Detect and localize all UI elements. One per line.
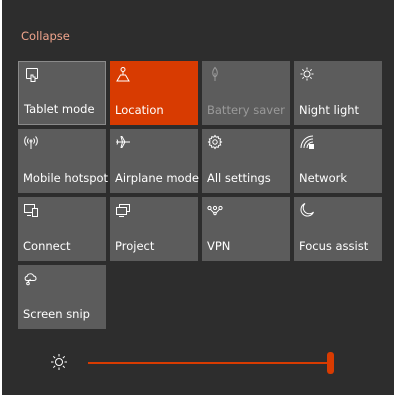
tile-label: Mobile hotspot	[23, 171, 109, 185]
tile-label: VPN	[207, 239, 231, 253]
moon-icon	[299, 202, 315, 218]
mobile-hotspot-icon	[23, 134, 39, 150]
tile-network[interactable]: Network	[294, 129, 382, 193]
tile-label: All settings	[207, 171, 271, 185]
tile-label: Screen snip	[23, 307, 90, 321]
battery-saver-icon	[207, 66, 223, 82]
tile-focus-assist[interactable]: Focus assist	[294, 197, 382, 261]
night-light-icon	[299, 66, 315, 82]
brightness-icon	[50, 353, 68, 371]
collapse-link[interactable]: Collapse	[21, 29, 70, 43]
slider-track[interactable]	[88, 362, 334, 364]
location-icon	[115, 66, 131, 82]
vpn-icon	[207, 202, 223, 218]
tile-tablet-mode[interactable]: Tablet mode	[18, 61, 106, 125]
tile-label: Tablet mode	[24, 102, 95, 116]
tile-label: Location	[115, 103, 164, 117]
tile-label: Airplane mode	[115, 171, 199, 185]
tablet-mode-icon	[24, 67, 40, 83]
action-center-panel: Collapse Tablet mode Location Battery sa…	[2, 0, 394, 395]
tile-label: Connect	[23, 239, 71, 253]
tile-label: Battery saver	[207, 103, 285, 117]
gear-icon	[207, 134, 223, 150]
brightness-slider[interactable]	[2, 340, 394, 384]
tile-battery-saver[interactable]: Battery saver	[202, 61, 290, 125]
screen-snip-icon	[23, 270, 39, 286]
tile-connect[interactable]: Connect	[18, 197, 106, 261]
tile-all-settings[interactable]: All settings	[202, 129, 290, 193]
tile-airplane-mode[interactable]: Airplane mode	[110, 129, 199, 193]
tile-label: Night light	[299, 103, 360, 117]
project-icon	[115, 202, 131, 218]
tile-project[interactable]: Project	[110, 197, 198, 261]
tile-screen-snip[interactable]: Screen snip	[18, 265, 106, 329]
connect-icon	[23, 202, 39, 218]
network-icon	[299, 134, 315, 150]
slider-thumb[interactable]	[327, 352, 334, 374]
tile-label: Project	[115, 239, 155, 253]
tile-mobile-hotspot[interactable]: Mobile hotspot	[18, 129, 109, 193]
tile-location[interactable]: Location	[110, 61, 198, 125]
tile-night-light[interactable]: Night light	[294, 61, 382, 125]
tile-vpn[interactable]: VPN	[202, 197, 290, 261]
tile-label: Focus assist	[299, 239, 369, 253]
airplane-icon	[115, 134, 131, 150]
tile-label: Network	[299, 171, 348, 185]
